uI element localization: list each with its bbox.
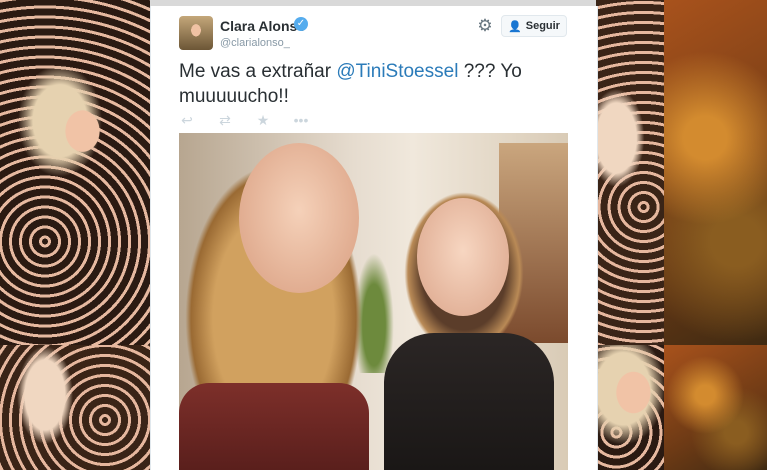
tweet-actions: ↩ ⇄ ★ ••• xyxy=(179,112,309,128)
star-icon[interactable]: ★ xyxy=(255,112,271,128)
tweet-photo[interactable] xyxy=(179,133,568,470)
background-photo-tile xyxy=(664,345,767,470)
retweet-icon[interactable]: ⇄ xyxy=(217,112,233,128)
tweet-text: Me vas a extrañar @TiniStoessel ??? Yo m… xyxy=(179,59,564,109)
background-photo-tile xyxy=(0,345,150,470)
follow-button[interactable]: 👤 Seguir xyxy=(501,15,567,37)
gear-icon[interactable]: ⚙ xyxy=(474,15,496,37)
photo-person-right-face xyxy=(417,198,509,316)
background-photo-tile xyxy=(0,0,150,345)
tweet-card: Clara Alonso ✓ @clarialonso_ ⚙ 👤 Seguir … xyxy=(150,6,598,470)
add-user-icon: 👤 xyxy=(508,20,522,33)
background-photo-tile xyxy=(596,345,664,470)
author-handle[interactable]: @clarialonso_ xyxy=(220,37,290,49)
tweet-text-before: Me vas a extrañar xyxy=(179,61,337,82)
photo-person-left-face xyxy=(239,143,359,293)
verified-badge-icon: ✓ xyxy=(294,17,308,31)
photo-person-left-shirt xyxy=(179,383,369,470)
photo-person-right-body xyxy=(384,333,554,470)
background-photo-tile xyxy=(664,0,767,345)
follow-button-label: Seguir xyxy=(525,20,560,32)
author-name[interactable]: Clara Alonso xyxy=(220,18,306,34)
profile-background-left xyxy=(0,0,150,470)
reply-icon[interactable]: ↩ xyxy=(179,112,195,128)
mention-link[interactable]: @TiniStoessel xyxy=(336,61,458,82)
more-icon[interactable]: ••• xyxy=(293,112,309,128)
avatar[interactable] xyxy=(179,16,213,50)
profile-background-right xyxy=(596,0,767,470)
background-photo-tile xyxy=(596,0,664,345)
